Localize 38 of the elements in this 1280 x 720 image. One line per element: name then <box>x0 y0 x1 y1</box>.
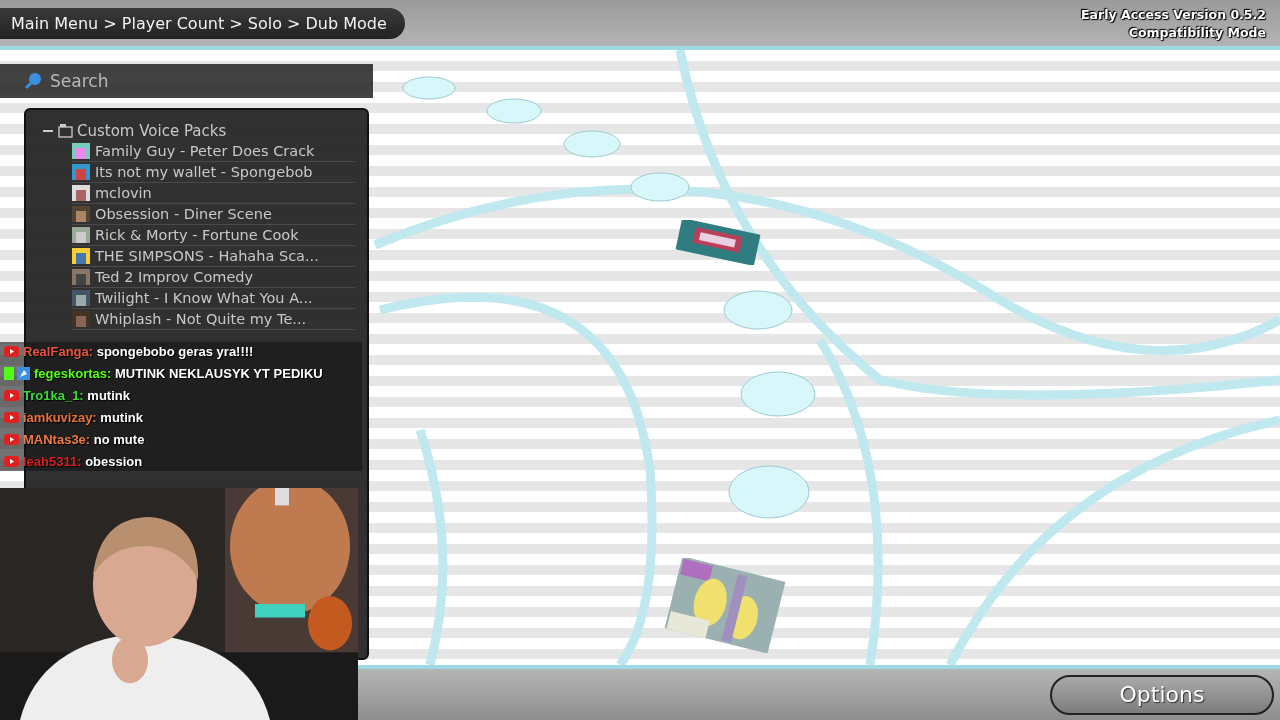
list-item[interactable]: mclovin <box>72 183 355 204</box>
thumbnail-icon <box>72 311 90 327</box>
badge-icon <box>4 367 30 380</box>
breadcrumb: Main Menu > Player Count > Solo > Dub Mode <box>0 7 405 39</box>
folder-label[interactable]: Custom Voice Packs <box>77 121 227 140</box>
play-icon <box>4 412 19 423</box>
thumbnail-icon <box>72 269 90 285</box>
thumbnail-icon <box>72 185 90 201</box>
chat-message: leah5311: obession <box>23 453 143 471</box>
thumbnail-icon <box>72 290 90 306</box>
list-item[interactable]: Obsession - Diner Scene <box>72 204 355 225</box>
search-input[interactable]: Search <box>48 70 312 92</box>
list-item[interactable]: Family Guy - Peter Does Crack <box>72 141 355 162</box>
search-icon <box>24 72 42 90</box>
list-item[interactable]: Rick & Morty - Fortune Cook <box>72 225 355 246</box>
thumbnail-icon <box>72 143 90 159</box>
folder-icon <box>58 123 73 138</box>
play-icon <box>4 456 19 467</box>
play-icon <box>4 346 19 357</box>
thumbnail-icon <box>72 248 90 264</box>
list-item[interactable]: Ted 2 Improv Comedy <box>72 267 355 288</box>
list-item[interactable]: Twilight - I Know What You A... <box>72 288 355 309</box>
thumbnail-icon <box>72 227 90 243</box>
thumbnail-icon <box>72 164 90 180</box>
thumbnail-icon <box>72 206 90 222</box>
chat-message: MANtas3e: no mute <box>23 431 145 449</box>
play-icon <box>4 434 19 445</box>
play-icon <box>4 390 19 401</box>
chat-message: RealFanga: spongebobo geras yra!!!! <box>23 343 254 361</box>
list-item[interactable]: Whiplash - Not Quite my Te... <box>72 309 355 330</box>
list-item[interactable]: Its not my wallet - Spongebob <box>72 162 355 183</box>
chat-message: fegeskortas: MUTINK NEKLAUSYK YT PEDIKU <box>34 365 323 383</box>
mode-text: Compatibility Mode <box>1128 24 1266 40</box>
chat-message: iamkuvizay: mutink <box>23 409 143 427</box>
list-item[interactable]: THE SIMPSONS - Hahaha Sca... <box>72 246 355 267</box>
search-field[interactable]: Search <box>0 64 373 98</box>
version-text: Early Access Version 0.5.2 <box>1081 6 1266 22</box>
chat-message: Tro1ka_1: mutink <box>23 387 130 405</box>
